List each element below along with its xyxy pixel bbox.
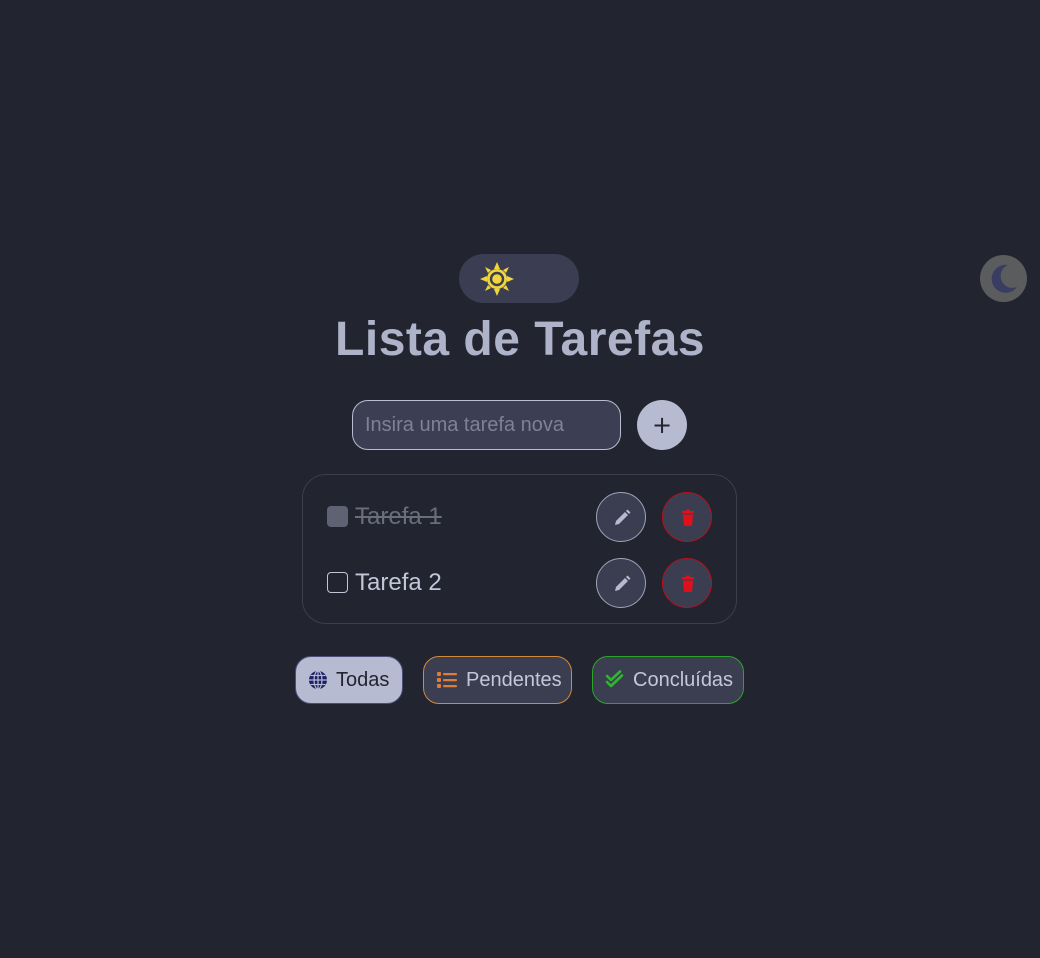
double-check-icon <box>605 670 624 688</box>
task-item: Tarefa 1 <box>303 490 738 544</box>
task-checkbox[interactable] <box>327 572 348 593</box>
edit-task-button[interactable] <box>596 558 646 608</box>
task-label: Tarefa 1 <box>355 503 442 530</box>
add-task-button[interactable]: + <box>637 400 687 450</box>
filter-done-label: Concluídas <box>633 668 734 691</box>
pencil-icon <box>615 575 631 591</box>
filter-pending-label: Pendentes <box>466 668 562 691</box>
page-title: Lista de Tarefas <box>335 313 705 366</box>
trash-icon <box>682 575 694 592</box>
pencil-icon <box>615 509 631 525</box>
task-checkbox[interactable] <box>327 506 348 527</box>
edit-task-button[interactable] <box>596 492 646 542</box>
sun-icon <box>480 262 514 296</box>
new-task-input[interactable] <box>352 400 621 450</box>
delete-task-button[interactable] <box>662 492 712 542</box>
filter-pending-button[interactable]: Pendentes <box>423 656 572 704</box>
trash-icon <box>682 509 694 526</box>
filter-done-button[interactable]: Concluídas <box>592 656 744 704</box>
task-list: Tarefa 1 Tarefa 2 <box>302 474 737 624</box>
globe-icon <box>309 670 327 690</box>
moon-icon <box>991 264 1017 293</box>
app-root: Lista de Tarefas + Tarefa 1 Ta <box>0 0 1040 958</box>
toggle-knob[interactable] <box>980 255 1027 302</box>
task-label: Tarefa 2 <box>355 569 442 596</box>
task-item: Tarefa 2 <box>303 556 738 610</box>
list-icon <box>437 672 457 688</box>
filter-all-label: Todas <box>336 668 390 691</box>
theme-toggle[interactable] <box>459 254 1027 303</box>
filter-all-button[interactable]: Todas <box>295 656 403 704</box>
delete-task-button[interactable] <box>662 558 712 608</box>
